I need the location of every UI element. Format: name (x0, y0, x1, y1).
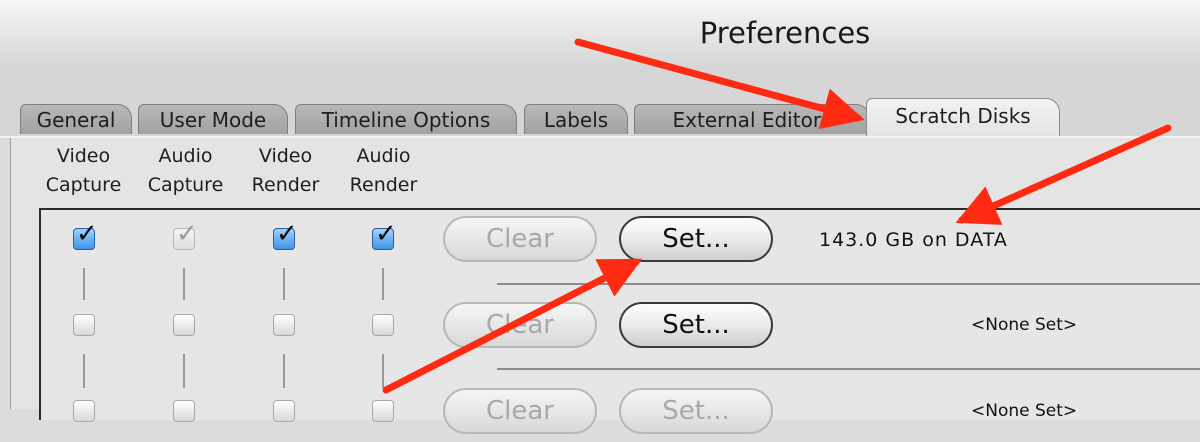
checkmark-icon: ✓ (375, 219, 397, 249)
disk-status: 143.0 GB on DATA (819, 229, 1008, 251)
row-divider (497, 283, 1200, 285)
scratch-disk-list: ✓ ✓ ✓ ✓ Clear Set... 143.0 GB on DATA Cl… (39, 208, 1200, 434)
audio-capture-checkbox[interactable] (173, 314, 195, 336)
disk-status: <None Set> (971, 315, 1078, 335)
tab-timeline-options[interactable]: Timeline Options (295, 104, 517, 134)
scratch-disk-row: ✓ ✓ ✓ ✓ Clear Set... 143.0 GB on DATA (41, 210, 1200, 270)
column-header-line: Render (349, 174, 418, 196)
video-render-checkbox[interactable] (273, 400, 295, 422)
audio-render-checkbox[interactable] (372, 400, 394, 422)
column-header-video-capture: Video Capture (31, 142, 136, 200)
tab-user-mode[interactable]: User Mode (138, 104, 288, 134)
video-render-checkbox[interactable] (273, 314, 295, 336)
clear-button[interactable]: Clear (443, 216, 597, 262)
scratch-disk-row: Clear Set... <None Set> (41, 296, 1200, 356)
scratch-disks-panel: Video Capture Audio Capture Video Render… (10, 138, 1200, 434)
clear-button[interactable]: Clear (443, 388, 597, 434)
checkmark-icon: ✓ (76, 219, 98, 249)
tab-labels[interactable]: Labels (524, 104, 628, 134)
video-render-checkbox[interactable]: ✓ (273, 221, 298, 250)
clear-button[interactable]: Clear (443, 302, 597, 348)
column-header-line: Render (251, 174, 320, 196)
checkmark-icon: ✓ (276, 219, 298, 249)
video-capture-checkbox[interactable] (73, 400, 95, 422)
set-button[interactable]: Set... (619, 388, 773, 434)
video-capture-checkbox[interactable]: ✓ (73, 221, 98, 250)
title-bar: Preferences (0, 0, 1200, 71)
set-button[interactable]: Set... (619, 302, 773, 348)
tab-external-editors[interactable]: External Editors (634, 104, 870, 134)
column-header-line: Capture (45, 174, 122, 196)
column-header-line: Audio (356, 145, 411, 167)
set-button[interactable]: Set... (619, 216, 773, 262)
column-header-line: Video (258, 145, 313, 167)
scratch-disk-row: Clear Set... <None Set> (41, 382, 1200, 442)
column-header-audio-render: Audio Render (331, 142, 436, 200)
audio-render-checkbox[interactable] (372, 314, 394, 336)
column-header-audio-capture: Audio Capture (133, 142, 238, 200)
video-capture-checkbox[interactable] (73, 314, 95, 336)
column-header-line: Capture (147, 174, 224, 196)
audio-render-checkbox[interactable]: ✓ (372, 221, 397, 250)
column-header-line: Audio (158, 145, 213, 167)
row-divider (497, 368, 1200, 370)
disk-status: <None Set> (971, 401, 1078, 421)
tab-general[interactable]: General (20, 104, 132, 134)
column-header-line: Video (56, 145, 111, 167)
tab-scratch-disks[interactable]: Scratch Disks (866, 98, 1060, 136)
column-header-video-render: Video Render (233, 142, 338, 200)
audio-capture-checkbox[interactable] (173, 400, 195, 422)
window-title: Preferences (699, 16, 871, 50)
audio-capture-checkbox[interactable]: ✓ (173, 221, 198, 250)
tab-strip: General User Mode Timeline Options Label… (0, 70, 1200, 140)
checkmark-icon: ✓ (176, 219, 198, 249)
